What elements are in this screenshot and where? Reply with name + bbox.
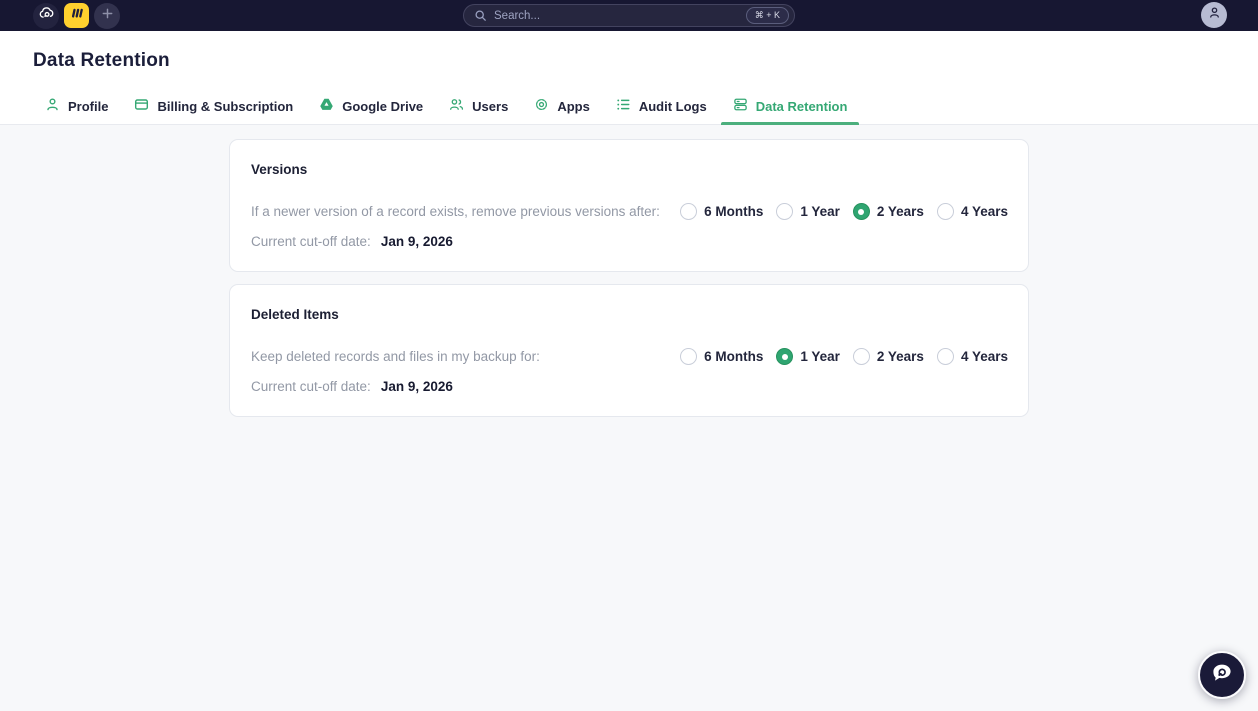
server-icon [733, 97, 748, 115]
tab-label: Billing & Subscription [157, 98, 294, 114]
settings-tabs: Profile Billing & Subscription Google Dr… [0, 88, 1258, 125]
chat-bubble-icon [1210, 661, 1234, 690]
radio-icon[interactable] [852, 348, 870, 365]
topbar: ⌘ + K [0, 0, 1258, 31]
cloud-backup-logo[interactable] [33, 2, 59, 29]
radio-option-6-months[interactable]: 6 Months [680, 348, 763, 365]
tab-label: Data Retention [755, 98, 848, 114]
radio-option-2-years[interactable]: 2 Years [852, 203, 924, 220]
topbar-account [1201, 2, 1227, 28]
list-icon [616, 97, 631, 115]
versions-description: If a newer version of a record exists, r… [251, 204, 660, 219]
search-input[interactable] [494, 9, 746, 22]
search-icon [474, 9, 487, 22]
cloud-icon [38, 5, 55, 27]
radio-option-4-years[interactable]: 4 Years [936, 348, 1008, 365]
tab-profile[interactable]: Profile [33, 88, 120, 124]
radio-label[interactable]: 1 Year [800, 349, 840, 364]
tab-billing-subscription[interactable]: Billing & Subscription [122, 88, 305, 124]
radio-icon[interactable] [680, 348, 698, 365]
radio-icon[interactable] [680, 203, 698, 220]
cutoff-label: Current cut-off date: [251, 234, 371, 249]
radio-icon[interactable] [936, 348, 954, 365]
cutoff-date: Jan 9, 2026 [380, 379, 453, 394]
radio-icon-selected[interactable] [852, 203, 870, 220]
tab-users[interactable]: Users [437, 88, 520, 124]
global-search[interactable]: ⌘ + K [463, 4, 795, 27]
tab-label: Profile [68, 98, 109, 114]
tab-label: Audit Logs [638, 98, 707, 114]
content-area: Versions If a newer version of a record … [0, 125, 1258, 711]
card-title: Versions [251, 162, 308, 177]
versions-card: Versions If a newer version of a record … [229, 139, 1029, 272]
deleted-items-card: Deleted Items Keep deleted records and f… [229, 284, 1029, 417]
monday-icon [69, 5, 85, 26]
radio-label[interactable]: 4 Years [961, 349, 1008, 364]
tab-google-drive[interactable]: Google Drive [307, 88, 435, 124]
radio-option-4-years[interactable]: 4 Years [936, 203, 1008, 220]
user-icon [1207, 5, 1222, 25]
google-drive-icon [319, 97, 334, 115]
radio-option-1-year[interactable]: 1 Year [776, 203, 840, 220]
tab-label: Users [472, 98, 509, 114]
add-workspace-button[interactable] [94, 2, 120, 29]
versions-retention-radio-group: 6 Months 1 Year 2 Years 4 Years [680, 203, 1008, 220]
users-icon [449, 97, 464, 115]
radio-icon[interactable] [776, 203, 794, 220]
tab-label: Apps [557, 98, 590, 114]
radio-label[interactable]: 2 Years [877, 349, 924, 364]
page-header: Data Retention Profile Billing & Subscri… [0, 31, 1258, 125]
cutoff-date: Jan 9, 2026 [380, 234, 453, 249]
cutoff-label: Current cut-off date: [251, 379, 371, 394]
tab-audit-logs[interactable]: Audit Logs [604, 88, 719, 124]
monday-logo[interactable] [64, 3, 89, 28]
radio-label[interactable]: 1 Year [800, 204, 840, 219]
deleted-items-description: Keep deleted records and files in my bac… [251, 349, 540, 364]
tab-label: Google Drive [342, 98, 424, 114]
topbar-apps [33, 2, 120, 29]
radio-label[interactable]: 2 Years [877, 204, 924, 219]
credit-card-icon [134, 97, 149, 115]
deleted-items-retention-radio-group: 6 Months 1 Year 2 Years 4 Years [680, 348, 1008, 365]
tab-apps[interactable]: Apps [522, 88, 602, 124]
card-title: Deleted Items [251, 307, 339, 322]
radio-icon[interactable] [936, 203, 954, 220]
radio-label[interactable]: 6 Months [704, 204, 763, 219]
chat-widget-button[interactable] [1198, 651, 1246, 699]
gear-icon [534, 97, 549, 115]
search-shortcut-badge: ⌘ + K [745, 7, 789, 24]
avatar[interactable] [1201, 2, 1227, 28]
page-title: Data Retention [33, 50, 170, 71]
tab-data-retention[interactable]: Data Retention [720, 88, 860, 125]
radio-icon-selected[interactable] [776, 348, 794, 365]
radio-label[interactable]: 4 Years [961, 204, 1008, 219]
radio-option-2-years[interactable]: 2 Years [852, 348, 924, 365]
radio-option-1-year[interactable]: 1 Year [776, 348, 840, 365]
radio-label[interactable]: 6 Months [704, 349, 763, 364]
person-icon [45, 97, 60, 115]
radio-option-6-months[interactable]: 6 Months [680, 203, 763, 220]
plus-icon [101, 7, 114, 25]
